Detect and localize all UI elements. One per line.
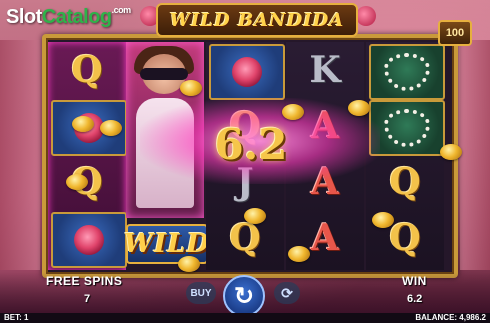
game-background: Q Q WILD Q J Q K A A A bbox=[0, 0, 490, 323]
win-label: WIN bbox=[402, 274, 427, 288]
symbol-q: Q bbox=[71, 49, 103, 91]
reel-5: Q Q bbox=[366, 42, 445, 270]
bandit-mask bbox=[140, 68, 188, 80]
symbol-q: Q bbox=[389, 161, 421, 203]
lines-badge: 100 bbox=[438, 20, 472, 46]
symbol-rose bbox=[51, 212, 127, 268]
coin-icon bbox=[372, 212, 394, 228]
free-spins-value: 7 bbox=[84, 293, 91, 305]
autoplay-icon: ⟳ bbox=[281, 284, 293, 301]
buy-button[interactable]: BUY bbox=[186, 282, 216, 304]
pearl-necklace-icon bbox=[384, 109, 430, 147]
background-building-left bbox=[0, 40, 40, 270]
win-value: 6.2 bbox=[407, 293, 423, 305]
coin-icon bbox=[288, 246, 310, 262]
watermark-logo: SlotCatalog.com bbox=[6, 5, 131, 28]
rose-icon bbox=[232, 57, 262, 87]
coin-icon bbox=[440, 144, 462, 160]
coin-icon bbox=[244, 208, 266, 224]
pearl-necklace-icon bbox=[384, 53, 430, 91]
spin-button[interactable]: ↻ bbox=[223, 275, 265, 317]
game-title: WILD BANDIDA bbox=[156, 3, 358, 37]
bandit-body bbox=[136, 98, 194, 208]
coin-icon bbox=[66, 174, 88, 190]
symbol-rose bbox=[209, 44, 285, 100]
coin-icon bbox=[282, 104, 304, 120]
balance-label: BALANCE: 4,986.2 bbox=[415, 313, 486, 322]
background-building-right bbox=[460, 40, 490, 270]
coin-icon bbox=[180, 80, 202, 96]
win-amount-display: 6.2 bbox=[214, 119, 288, 169]
reel-1: Q Q bbox=[48, 42, 127, 270]
rose-decoration-icon bbox=[356, 6, 376, 26]
symbol-pearls bbox=[369, 100, 445, 156]
coin-icon bbox=[178, 256, 200, 272]
symbol-k: K bbox=[309, 49, 341, 91]
coin-icon bbox=[72, 116, 94, 132]
coin-icon bbox=[348, 100, 370, 116]
rose-icon bbox=[74, 225, 104, 255]
autoplay-button[interactable]: ⟳ bbox=[274, 282, 300, 304]
free-spins-label: FREE SPINS bbox=[46, 274, 123, 288]
coin-icon bbox=[100, 120, 122, 136]
status-footer: BET: 1 BALANCE: 4,986.2 bbox=[0, 313, 490, 323]
bet-label: BET: 1 bbox=[4, 313, 29, 322]
symbol-bandit bbox=[126, 42, 204, 218]
refresh-icon: ↻ bbox=[233, 282, 255, 310]
symbol-pearls bbox=[369, 44, 445, 100]
